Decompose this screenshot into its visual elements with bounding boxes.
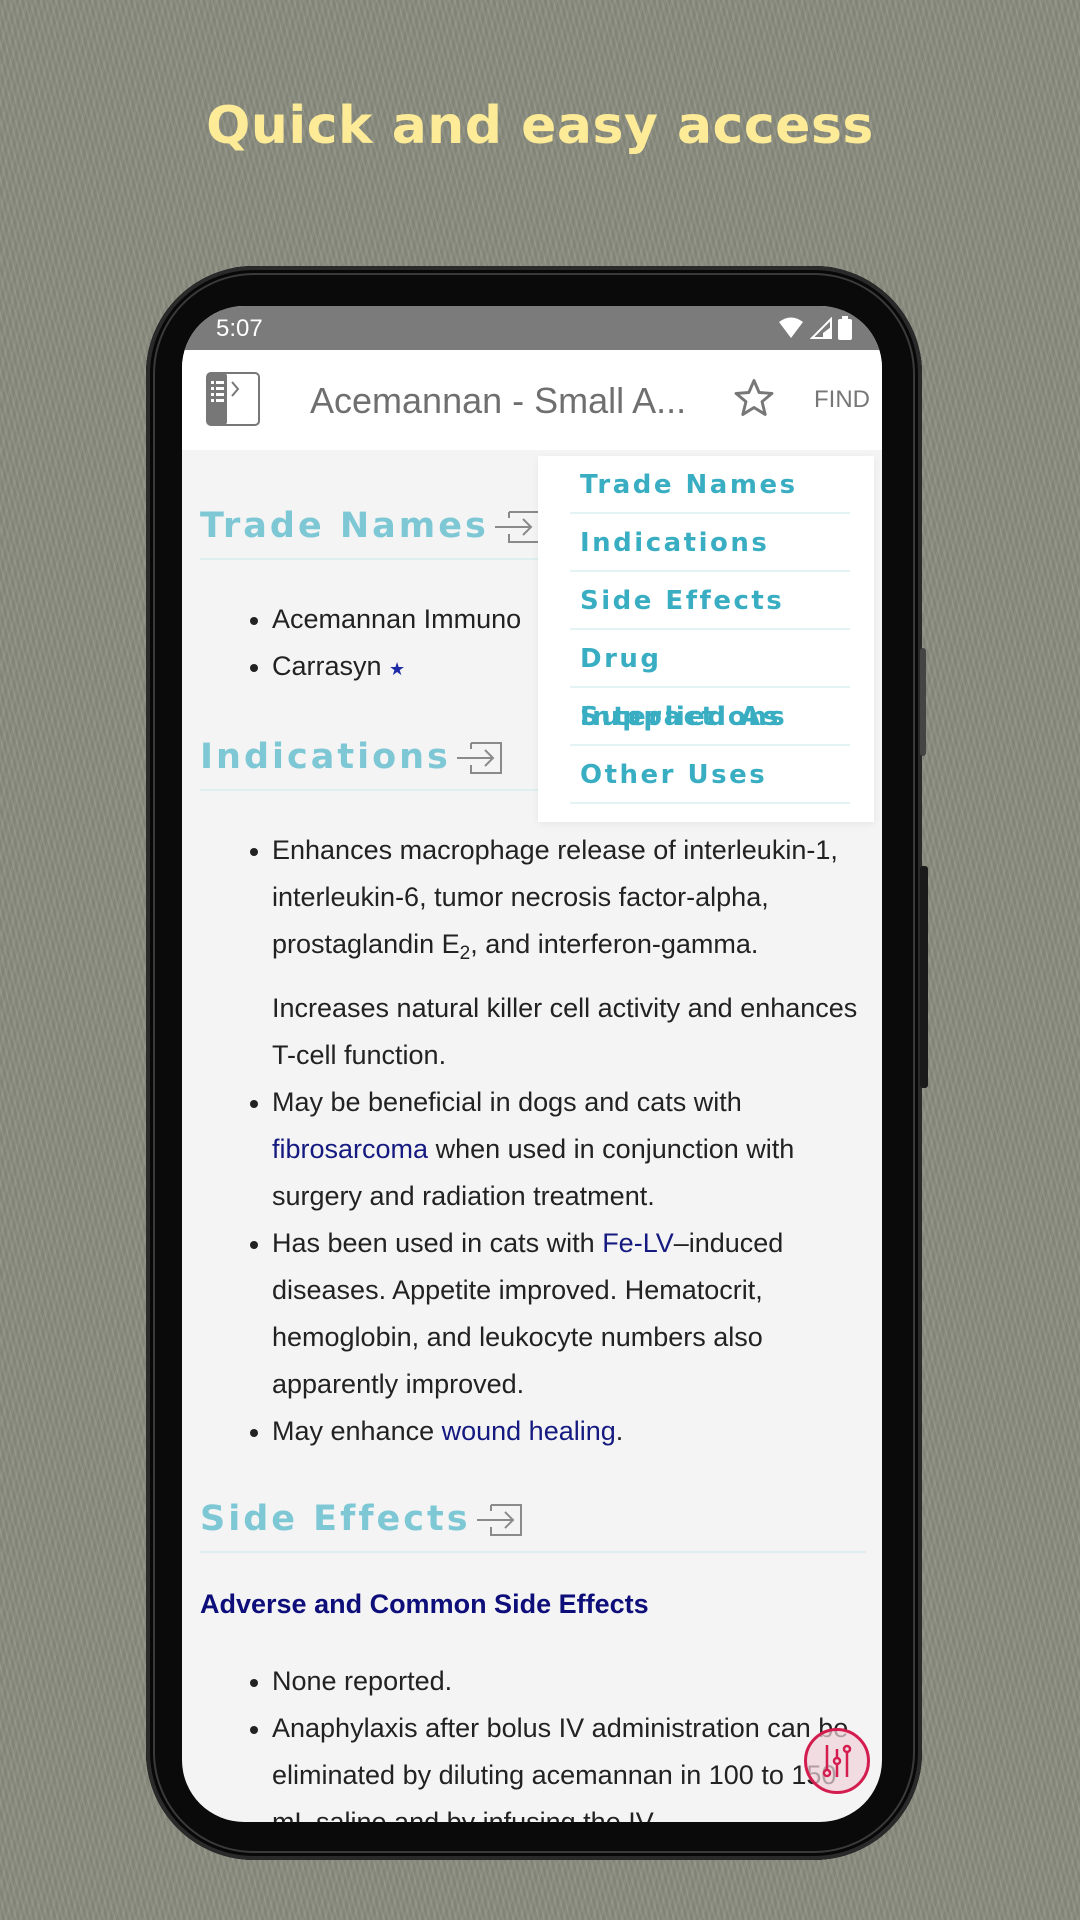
battery-icon [838, 316, 852, 340]
list-item: May enhance wound healing. [250, 1408, 862, 1455]
felv-link[interactable]: Fe-LV [602, 1228, 674, 1258]
promo-headline: Quick and easy access [206, 96, 874, 156]
signal-icon [810, 317, 832, 339]
list-item: Has been used in cats with Fe-LV–induced… [250, 1220, 862, 1408]
app-bar: Acemannan - Small A... FIND [182, 350, 882, 450]
settings-fab[interactable] [804, 1728, 870, 1794]
list-item: Enhances macrophage release of interleuk… [250, 827, 862, 977]
section-heading-label: Side Effects [200, 1499, 471, 1539]
side-effects-list: None reported. Anaphylaxis after bolus I… [200, 1658, 882, 1822]
menu-item-other-uses[interactable]: Other Uses [570, 746, 850, 804]
page-title: Acemannan - Small A... [310, 380, 687, 421]
sliders-icon [822, 1744, 852, 1778]
power-button [920, 648, 926, 756]
section-jump-menu: Trade Names Indications Side Effects Dru… [538, 456, 874, 822]
status-bar: 5:07 [182, 306, 882, 350]
jump-to-section-icon[interactable] [455, 739, 505, 775]
list-item: May be beneficial in dogs and cats with … [250, 1079, 862, 1220]
jump-to-section-icon[interactable] [493, 508, 543, 544]
phone-screen: 5:07 Acemannan - Small A... FIND Trade N… [182, 306, 882, 1822]
table-of-contents-icon[interactable] [206, 372, 260, 426]
volume-button [920, 866, 928, 1088]
favorite-star-icon[interactable] [732, 376, 776, 420]
list-item-paragraph: Increases natural killer cell activity a… [272, 993, 858, 1070]
status-time: 5:07 [216, 315, 263, 342]
menu-item-side-effects[interactable]: Side Effects [570, 572, 850, 630]
menu-item-drug-interactions[interactable]: Drug Interactions [570, 630, 850, 732]
section-heading-label: Indications [200, 737, 451, 777]
menu-item-supplied-as[interactable]: Supplied As [570, 688, 850, 746]
find-button[interactable]: FIND [814, 386, 870, 414]
section-heading-side-effects[interactable]: Side Effects [200, 1499, 866, 1553]
menu-item-trade-names[interactable]: Trade Names [570, 456, 850, 514]
wifi-icon [779, 317, 803, 338]
list-item: Anaphylaxis after bolus IV administratio… [250, 1705, 862, 1822]
star-badge-icon: ★ [389, 659, 406, 679]
fibrosarcoma-link[interactable]: fibrosarcoma [272, 1134, 428, 1164]
list-item: None reported. [250, 1658, 862, 1705]
indications-list: Enhances macrophage release of interleuk… [200, 827, 882, 1455]
section-heading-label: Trade Names [200, 506, 489, 546]
menu-item-indications[interactable]: Indications [570, 514, 850, 572]
jump-to-section-icon[interactable] [475, 1501, 525, 1537]
subsection-heading: Adverse and Common Side Effects [200, 1589, 649, 1619]
wound-healing-link[interactable]: wound healing [442, 1416, 616, 1446]
